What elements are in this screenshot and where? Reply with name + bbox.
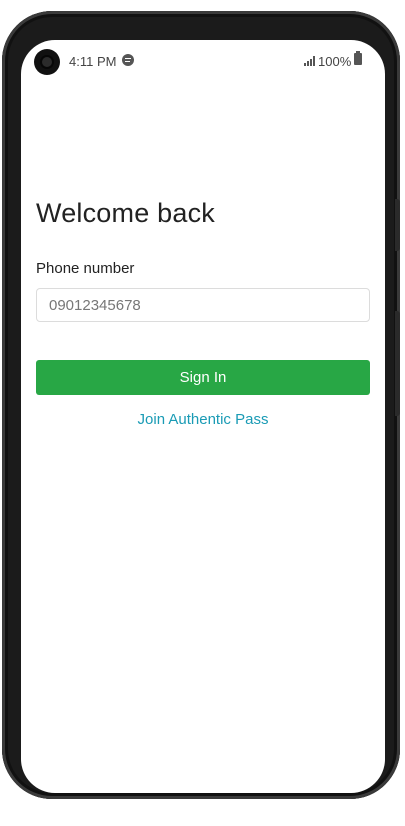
camera-hole bbox=[34, 49, 60, 75]
battery-icon bbox=[354, 51, 362, 65]
phone-number-label: Phone number bbox=[36, 260, 135, 277]
volume-button bbox=[395, 199, 400, 251]
phone-frame: 4:11 PM 100% Welcome back Phone number S… bbox=[2, 11, 400, 799]
join-authentic-pass-link[interactable]: Join Authentic Pass bbox=[36, 411, 370, 428]
spotify-icon bbox=[122, 54, 134, 66]
battery-percent: 100% bbox=[318, 54, 352, 69]
power-button bbox=[395, 311, 400, 416]
page-title: Welcome back bbox=[36, 198, 215, 228]
signal-icon bbox=[304, 55, 316, 66]
status-bar: 4:11 PM 100% bbox=[21, 40, 385, 82]
sign-in-button[interactable]: Sign In bbox=[36, 360, 370, 395]
phone-number-input[interactable] bbox=[36, 288, 370, 322]
phone-screen: 4:11 PM 100% Welcome back Phone number S… bbox=[21, 40, 385, 793]
status-time: 4:11 PM bbox=[69, 54, 117, 69]
